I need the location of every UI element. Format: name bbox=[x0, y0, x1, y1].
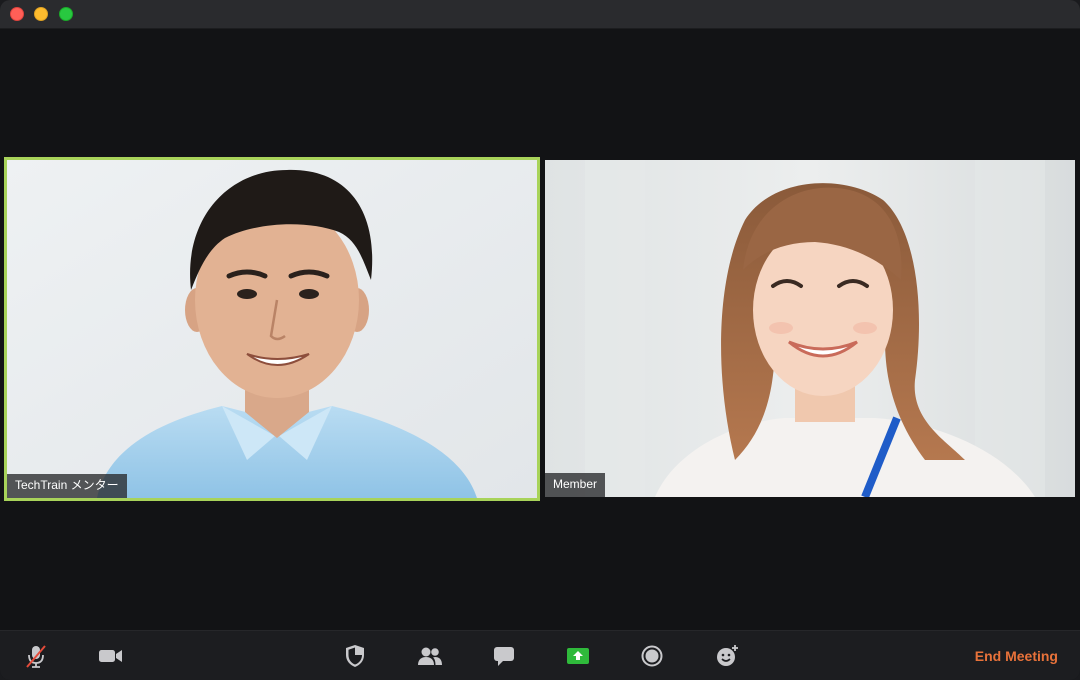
participant-name-tag: Member bbox=[545, 473, 606, 497]
record-icon bbox=[641, 645, 663, 667]
participant-video-tile-mentor[interactable]: TechTrain メンター bbox=[4, 157, 540, 501]
chat-icon bbox=[494, 647, 514, 666]
close-window-button[interactable] bbox=[10, 7, 24, 21]
security-shield-icon bbox=[346, 645, 364, 667]
reactions-button[interactable] bbox=[713, 643, 741, 669]
share-screen-button[interactable] bbox=[564, 643, 592, 669]
mute-button[interactable] bbox=[22, 643, 50, 669]
meeting-toolbar: End Meeting bbox=[0, 630, 1080, 680]
zoom-window-button[interactable] bbox=[59, 7, 73, 21]
participant-video-mentor bbox=[7, 160, 537, 498]
participants-button[interactable] bbox=[416, 643, 444, 669]
meeting-window: TechTrain メンター Member End Meeting bbox=[0, 0, 1080, 680]
minimize-window-button[interactable] bbox=[34, 7, 48, 21]
share-screen-icon bbox=[567, 648, 589, 664]
video-button[interactable] bbox=[97, 643, 125, 669]
microphone-muted-icon bbox=[26, 645, 46, 668]
participants-icon bbox=[418, 647, 442, 665]
record-button[interactable] bbox=[638, 643, 666, 669]
chat-button[interactable] bbox=[490, 643, 518, 669]
participant-video-tile-member[interactable]: Member bbox=[545, 160, 1075, 497]
reactions-icon bbox=[717, 645, 738, 666]
video-camera-icon bbox=[99, 650, 122, 662]
security-button[interactable] bbox=[341, 643, 369, 669]
participant-video-member bbox=[545, 160, 1075, 497]
end-meeting-button[interactable]: End Meeting bbox=[975, 648, 1058, 664]
participant-name-tag: TechTrain メンター bbox=[7, 474, 127, 498]
title-bar bbox=[0, 0, 1080, 29]
